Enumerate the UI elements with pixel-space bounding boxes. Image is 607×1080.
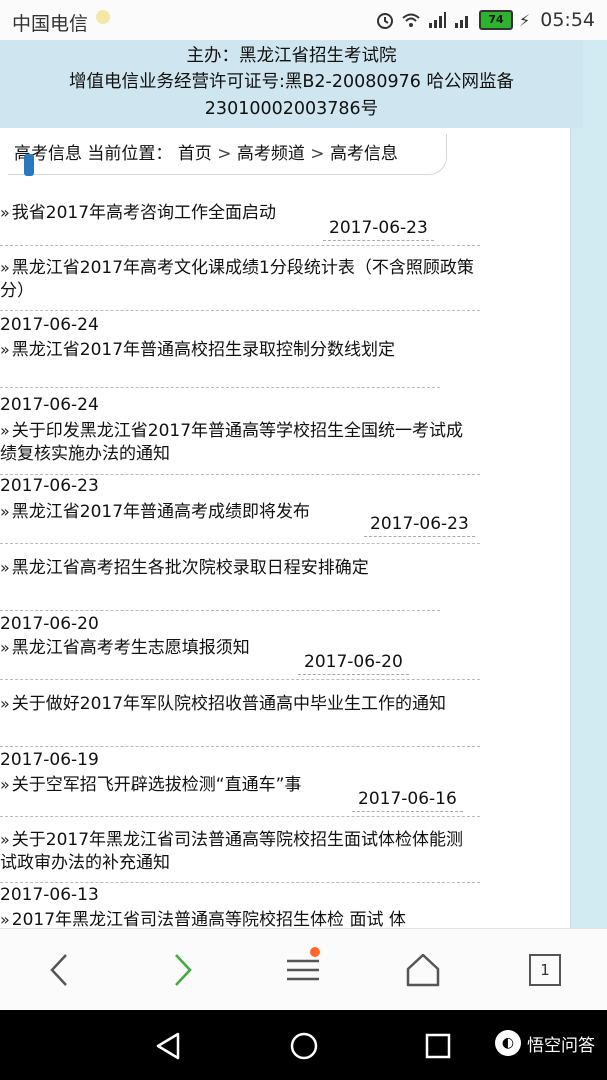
divider	[0, 387, 440, 388]
news-date: 2017-06-23	[0, 476, 99, 496]
status-icons: 74 ⚡ 05:54	[375, 7, 595, 33]
forward-button[interactable]	[158, 945, 208, 995]
bullet-icon: »	[0, 502, 10, 521]
news-date: 2017-06-16	[352, 789, 463, 812]
organizer-line: 主办：黑龙江省招生考试院	[186, 46, 397, 66]
site-footer-info: 主办：黑龙江省招生考试院 增值电信业务经营许可证号:黑B2-20080976 哈…	[0, 40, 583, 128]
triangle-back-icon	[156, 1032, 180, 1060]
news-title[interactable]: 2017年黑龙江省司法普通高等院校招生体检 面试 体	[12, 910, 406, 928]
news-date: 2017-06-23	[323, 218, 434, 241]
alarm-icon	[377, 13, 393, 29]
square-recents-icon	[425, 1033, 451, 1059]
news-date: 2017-06-24	[0, 395, 99, 415]
news-item[interactable]: » 黑龙江省高考招生各批次院校录取日程安排确定	[0, 556, 480, 580]
news-title[interactable]: 我省2017年高考咨询工作全面启动	[12, 203, 276, 223]
license-line: 增值电信业务经营许可证号:黑B2-20080976 哈公网监备	[69, 72, 514, 92]
breadcrumb-current: 高考信息	[329, 144, 398, 164]
breadcrumb-separator: >	[310, 144, 325, 164]
news-title[interactable]: 黑龙江省高考招生各批次院校录取日程安排确定	[12, 558, 369, 578]
bullet-icon: »	[0, 910, 10, 928]
news-title[interactable]: 关于印发黑龙江省2017年普通高等学校招生全国统一考试成绩复核实施办法的通知	[0, 421, 463, 464]
news-date: 2017-06-24	[0, 315, 99, 335]
home-icon	[406, 953, 440, 987]
news-title[interactable]: 黑龙江省2017年高考文化课成绩1分段统计表（不含照顾政策分）	[0, 258, 474, 301]
news-date: 2017-06-20	[0, 614, 99, 634]
menu-icon	[287, 959, 319, 981]
bullet-icon: »	[0, 421, 10, 440]
web-page[interactable]: 主办：黑龙江省招生考试院 增值电信业务经营许可证号:黑B2-20080976 哈…	[0, 40, 607, 928]
divider	[0, 245, 480, 246]
system-home-button[interactable]	[284, 1026, 324, 1066]
news-date: 2017-06-20	[298, 652, 409, 675]
location-label: 当前位置：	[87, 144, 173, 164]
news-date: 2017-06-23	[364, 514, 475, 537]
breadcrumb: 高考信息 当前位置： 首页 > 高考频道 > 高考信息	[8, 134, 447, 175]
news-item[interactable]: » 关于做好2017年军队院校招收普通高中毕业生工作的通知	[0, 692, 475, 716]
tab-count: 1	[529, 954, 561, 986]
divider	[0, 543, 480, 544]
news-item[interactable]: » 黑龙江省2017年高考文化课成绩1分段统计表（不含照顾政策分）	[0, 256, 475, 303]
news-item[interactable]: » 2017年黑龙江省司法普通高等院校招生体检 面试 体	[0, 908, 490, 928]
bullet-icon: »	[0, 694, 10, 713]
divider	[0, 816, 480, 817]
news-title[interactable]: 关于2017年黑龙江省司法普通高等院校招生面试体检体能测试政审办法的补充通知	[0, 830, 463, 873]
status-bar: 中国电信 74 ⚡ 05:54	[0, 0, 607, 40]
carrier-label: 中国电信	[12, 13, 89, 35]
chevron-right-icon	[175, 954, 192, 986]
news-date: 2017-06-13	[0, 885, 99, 905]
charging-icon: ⚡	[519, 10, 531, 30]
news-item[interactable]: » 黑龙江省2017年普通高校招生录取控制分数线划定	[0, 338, 480, 362]
bullet-icon: »	[0, 340, 10, 359]
wifi-icon	[402, 13, 420, 27]
signal-4g-icon	[429, 12, 446, 28]
news-title[interactable]: 关于空军招飞开辟选拔检测“直通车”事	[12, 775, 302, 795]
divider	[0, 679, 480, 680]
system-recents-button[interactable]	[418, 1026, 458, 1066]
divider	[0, 474, 480, 475]
news-title[interactable]: 关于做好2017年军队院校招收普通高中毕业生工作的通知	[12, 694, 446, 714]
news-content: 高考信息 当前位置： 首页 > 高考频道 > 高考信息 » 我省2017年高考咨询…	[0, 128, 571, 928]
clock: 05:54	[540, 9, 595, 31]
bullet-icon: »	[0, 775, 10, 794]
breadcrumb-separator: >	[217, 144, 232, 164]
news-title[interactable]: 黑龙江省高考考生志愿填报须知	[12, 638, 250, 658]
bullet-icon: »	[0, 830, 10, 849]
divider	[0, 610, 440, 611]
news-title[interactable]: 黑龙江省2017年普通高考成绩即将发布	[12, 502, 310, 522]
news-title[interactable]: 黑龙江省2017年普通高校招生录取控制分数线划定	[12, 340, 395, 360]
watermark: ◐ 悟空问答	[495, 1030, 595, 1056]
back-button[interactable]	[34, 945, 84, 995]
system-nav-bar: ◐ 悟空问答	[0, 1010, 607, 1080]
news-item[interactable]: » 关于2017年黑龙江省司法普通高等院校招生面试体检体能测试政审办法的补充通知	[0, 828, 475, 875]
page-scrollbar[interactable]	[570, 128, 607, 928]
watermark-text: 悟空问答	[527, 1035, 595, 1056]
bullet-icon: »	[0, 203, 10, 222]
breadcrumb-channel-link[interactable]: 高考频道	[237, 144, 305, 164]
breadcrumb-home-link[interactable]: 首页	[178, 144, 212, 164]
battery-icon: 74	[479, 10, 513, 30]
divider	[0, 746, 480, 747]
bullet-icon: »	[0, 638, 10, 657]
circle-home-icon	[290, 1032, 318, 1060]
weather-moon-icon	[96, 10, 110, 24]
record-number-line: 23010002003786号	[204, 99, 379, 119]
scroll-indicator	[24, 154, 34, 176]
home-button[interactable]	[398, 945, 448, 995]
menu-button[interactable]	[278, 945, 328, 995]
news-item[interactable]: » 关于印发黑龙江省2017年普通高等学校招生全国统一考试成绩复核实施办法的通知	[0, 419, 470, 466]
news-date: 2017-06-19	[0, 750, 99, 770]
tabs-button[interactable]: 1	[520, 945, 570, 995]
bullet-icon: »	[0, 258, 10, 277]
system-back-button[interactable]	[148, 1026, 188, 1066]
bullet-icon: »	[0, 558, 10, 577]
divider	[0, 882, 480, 883]
wukong-logo-icon: ◐	[495, 1030, 521, 1056]
divider	[0, 310, 480, 311]
chevron-left-icon	[50, 954, 67, 986]
signal-icon	[455, 16, 468, 28]
browser-toolbar: 1	[0, 928, 607, 1011]
notification-dot	[310, 947, 320, 957]
